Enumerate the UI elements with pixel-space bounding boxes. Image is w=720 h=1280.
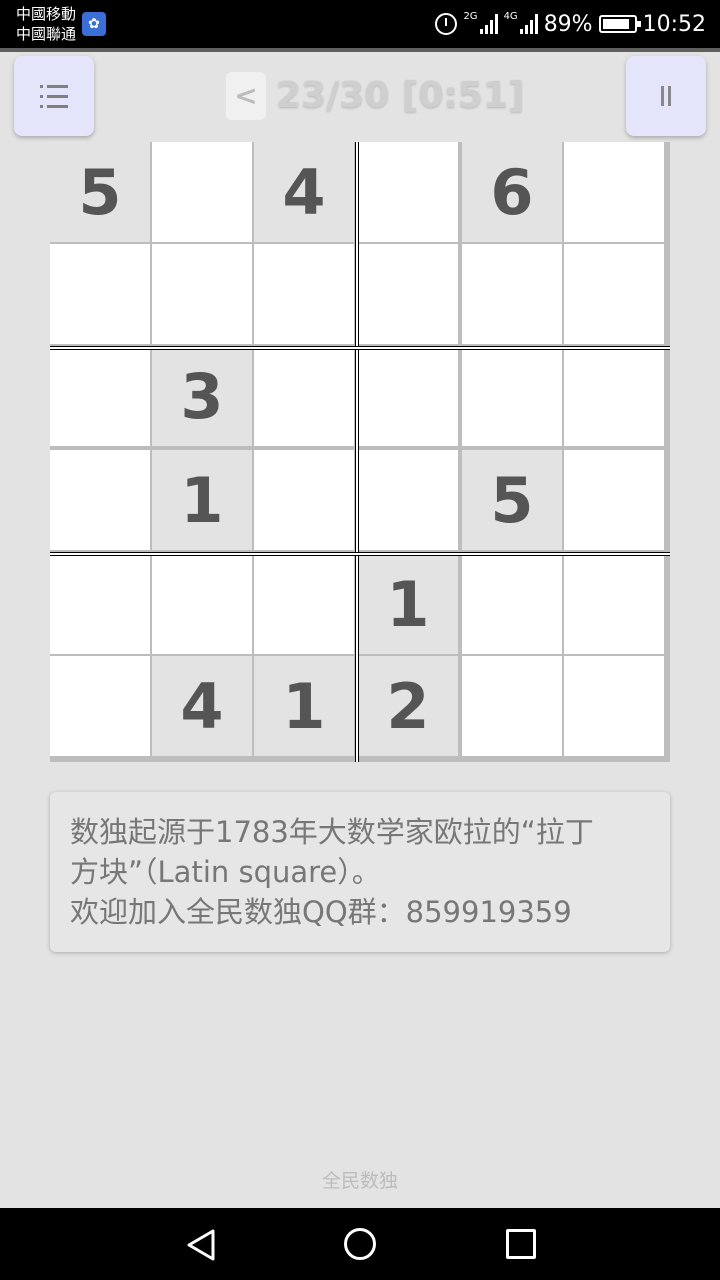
nav-back-icon[interactable] xyxy=(186,1228,216,1262)
baidu-paw-icon: ✿ xyxy=(82,12,106,36)
sudoku-cell[interactable] xyxy=(254,450,354,550)
sudoku-cell[interactable]: 5 xyxy=(50,142,150,242)
box-divider-horizontal xyxy=(50,346,670,350)
battery-fill xyxy=(602,19,630,29)
signal-icon xyxy=(519,14,538,34)
sudoku-board: 5463151412 xyxy=(50,142,670,762)
sudoku-cell[interactable]: 1 xyxy=(358,554,458,654)
sudoku-cell[interactable] xyxy=(462,656,562,756)
sudoku-cell[interactable]: 3 xyxy=(152,346,252,446)
menu-button[interactable] xyxy=(14,56,94,136)
sudoku-cell[interactable] xyxy=(358,142,458,242)
sudoku-cell[interactable] xyxy=(50,346,150,446)
sudoku-cell[interactable] xyxy=(152,142,252,242)
box-divider-horizontal xyxy=(50,552,670,556)
signal-icon xyxy=(479,14,498,34)
sudoku-cell[interactable]: 1 xyxy=(254,656,354,756)
sudoku-cell[interactable] xyxy=(50,554,150,654)
alarm-icon xyxy=(435,13,458,35)
info-line-1: 数独起源于1783年大数学家欧拉的“拉丁 xyxy=(70,815,594,849)
carrier-info: 中國移動 中國聯通 xyxy=(16,4,76,44)
sudoku-cell[interactable] xyxy=(564,346,664,446)
sudoku-cell[interactable] xyxy=(462,554,562,654)
divider xyxy=(0,48,720,52)
sudoku-cell[interactable] xyxy=(564,450,664,550)
sudoku-cell[interactable] xyxy=(462,346,562,446)
sudoku-cell[interactable] xyxy=(358,346,458,446)
menu-icon xyxy=(40,83,68,109)
sudoku-cell[interactable] xyxy=(152,244,252,344)
network-type-1: 2G xyxy=(463,10,478,22)
sudoku-cell[interactable] xyxy=(254,554,354,654)
carrier-2: 中國聯通 xyxy=(16,25,77,43)
clock: 10:52 xyxy=(642,11,706,37)
info-panel: 数独起源于1783年大数学家欧拉的“拉丁 方块”（Latin square）。 … xyxy=(50,792,670,952)
progress-timer: 23/30 [0:51] xyxy=(276,75,525,116)
sudoku-cell[interactable]: 4 xyxy=(254,142,354,242)
nav-recent-apps-icon[interactable] xyxy=(506,1229,536,1259)
sudoku-cell[interactable] xyxy=(564,554,664,654)
sudoku-cell[interactable] xyxy=(50,244,150,344)
sudoku-cell[interactable] xyxy=(564,142,664,242)
box-divider-vertical xyxy=(355,142,359,762)
sudoku-cell[interactable] xyxy=(50,656,150,756)
sudoku-cell[interactable] xyxy=(254,244,354,344)
sudoku-cell[interactable] xyxy=(462,244,562,344)
status-bar: 中國移動 中國聯通 ✿ 2G 4G 89% 10:52 xyxy=(0,0,720,48)
sudoku-cell[interactable]: 1 xyxy=(152,450,252,550)
sudoku-cell[interactable]: 5 xyxy=(462,450,562,550)
battery-icon xyxy=(598,15,641,33)
info-line-2: 方块”（Latin square）。 xyxy=(70,855,381,889)
info-line-3: 欢迎加入全民数独QQ群：859919359 xyxy=(70,895,572,929)
sudoku-cell[interactable] xyxy=(564,244,664,344)
carrier-1: 中國移動 xyxy=(16,5,77,23)
sudoku-cell[interactable] xyxy=(254,346,354,446)
network-type-2: 4G xyxy=(503,10,518,22)
pause-icon xyxy=(661,86,671,106)
sudoku-cell[interactable] xyxy=(358,450,458,550)
pause-button[interactable] xyxy=(626,56,706,136)
sudoku-cell[interactable] xyxy=(152,554,252,654)
undo-button[interactable]: < xyxy=(226,72,266,120)
sudoku-cell[interactable] xyxy=(358,244,458,344)
sudoku-cell[interactable]: 6 xyxy=(462,142,562,242)
app-name-footer: 全民数独 xyxy=(321,1170,398,1192)
sudoku-cell[interactable]: 2 xyxy=(358,656,458,756)
sudoku-cell[interactable]: 4 xyxy=(152,656,252,756)
nav-home-icon[interactable] xyxy=(344,1228,376,1260)
battery-percent: 89% xyxy=(543,11,593,37)
navigation-bar xyxy=(0,1208,720,1280)
sudoku-cell[interactable] xyxy=(564,656,664,756)
sudoku-cell[interactable] xyxy=(50,450,150,550)
